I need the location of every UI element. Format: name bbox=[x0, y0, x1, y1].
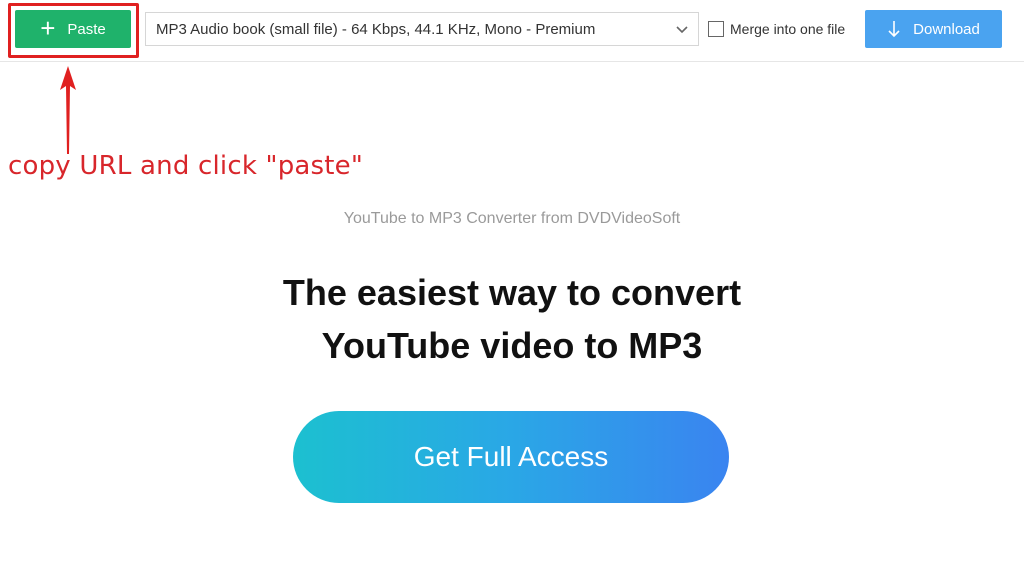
merge-checkbox[interactable] bbox=[708, 21, 724, 37]
download-button-label: Download bbox=[913, 20, 980, 38]
download-button[interactable]: Download bbox=[865, 10, 1002, 48]
headline-line-2: YouTube video to MP3 bbox=[321, 325, 703, 366]
merge-option[interactable]: Merge into one file bbox=[708, 18, 845, 40]
annotation-arrow bbox=[60, 66, 76, 154]
format-select-value: MP3 Audio book (small file) - 64 Kbps, 4… bbox=[156, 20, 596, 38]
format-select[interactable]: MP3 Audio book (small file) - 64 Kbps, 4… bbox=[145, 12, 699, 46]
annotation-highlight-box bbox=[8, 3, 139, 58]
page-headline: The easiest way to convert YouTube video… bbox=[0, 266, 1024, 372]
annotation-text: copy URL and click "paste" bbox=[8, 151, 364, 181]
page-subtitle: YouTube to MP3 Converter from DVDVideoSo… bbox=[343, 210, 681, 227]
chevron-down-icon[interactable] bbox=[674, 21, 690, 37]
toolbar: + Paste MP3 Audio book (small file) - 64… bbox=[0, 0, 1024, 62]
cta-label: Get Full Access bbox=[413, 441, 609, 472]
headline-line-1: The easiest way to convert bbox=[282, 272, 742, 313]
download-arrow-icon bbox=[888, 21, 900, 38]
merge-label: Merge into one file bbox=[730, 21, 846, 37]
get-full-access-button[interactable]: Get Full Access bbox=[293, 411, 729, 503]
